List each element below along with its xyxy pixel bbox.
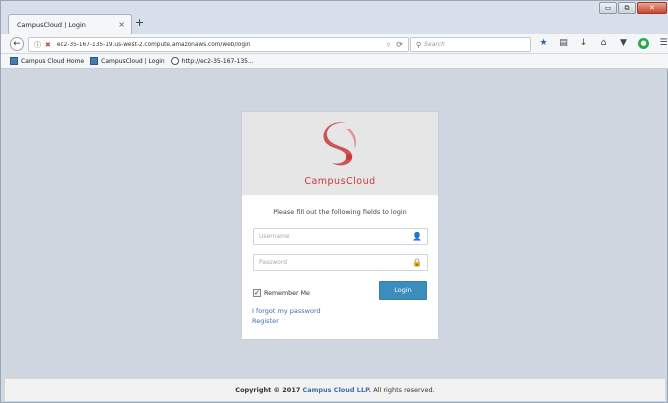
register-link[interactable]: Register — [252, 317, 279, 325]
reload-icon[interactable]: ⟳ — [396, 40, 403, 49]
login-card-header: CampusCloud — [242, 112, 438, 195]
bookmark-label: CampusCloud | Login — [101, 57, 165, 65]
bookmark-campuscloud-login[interactable]: CampusCloud | Login — [90, 57, 165, 65]
login-card: CampusCloud Please fill out the followin… — [242, 112, 438, 339]
bookmark-label: http://ec2-35-167-135... — [181, 57, 254, 65]
tab-close-icon[interactable]: × — [118, 20, 125, 29]
tab-title: CampusCloud | Login — [17, 20, 86, 29]
toolbar-icons: ★ ▤ ↓ ⌂ ▼ ● ☰ — [538, 38, 668, 49]
search-icon: ⚲ — [416, 40, 422, 49]
navigation-bar: ← ⓘ ✖ ec2-35-167-135-19.us-west-2.comput… — [1, 34, 668, 54]
extension-icon[interactable]: ● — [638, 38, 649, 49]
login-button[interactable]: Login — [379, 281, 427, 300]
reading-list-icon[interactable]: ▤ — [558, 38, 569, 49]
info-icon[interactable]: ⓘ — [34, 40, 41, 50]
download-icon[interactable]: ↓ — [578, 38, 589, 49]
bookmark-star-icon[interactable]: ★ — [538, 38, 549, 49]
url-dropdown-icon[interactable]: ▿ — [387, 41, 391, 49]
footer: Copyright © 2017 Campus Cloud LLP. All r… — [5, 378, 665, 401]
new-tab-button[interactable]: + — [135, 17, 144, 28]
home-icon[interactable]: ⌂ — [598, 38, 609, 49]
brand-name: CampusCloud — [304, 176, 376, 187]
username-input[interactable] — [254, 229, 404, 244]
browser-window: CampusCloud | Login × + ▭ ⧉ ✕ ← ⓘ ✖ ec2-… — [0, 0, 668, 403]
login-prompt: Please fill out the following fields to … — [273, 208, 407, 216]
maximize-button[interactable]: ⧉ — [618, 2, 636, 14]
campuscloud-logo — [323, 122, 357, 166]
bookmarks-bar: Campus Cloud Home CampusCloud | Login ht… — [1, 54, 668, 69]
lock-icon: 🔒 — [412, 258, 422, 267]
page-content: CampusCloud Please fill out the followin… — [5, 70, 665, 378]
page-icon — [10, 57, 18, 65]
password-field[interactable]: 🔒 — [253, 254, 428, 271]
forgot-password-link[interactable]: I forgot my password — [252, 307, 321, 315]
remember-me-checkbox[interactable]: ✓ — [253, 289, 261, 297]
rights-text: All rights reserved. — [373, 386, 435, 394]
remember-me[interactable]: ✓ Remember Me — [253, 289, 310, 297]
copyright-text: Copyright © 2017 — [235, 386, 301, 394]
search-bar[interactable]: ⚲ Search — [410, 37, 531, 52]
menu-icon[interactable]: ☰ — [658, 38, 668, 49]
bookmark-campus-cloud-home[interactable]: Campus Cloud Home — [10, 57, 84, 65]
remember-me-label: Remember Me — [264, 289, 310, 297]
pocket-icon[interactable]: ▼ — [618, 38, 629, 49]
back-arrow-icon[interactable]: ← — [10, 37, 24, 51]
tab-strip: CampusCloud | Login × + ▭ ⧉ ✕ — [1, 1, 668, 34]
company-link[interactable]: Campus Cloud LLP. — [302, 386, 371, 394]
tab-campuscloud-login[interactable]: CampusCloud | Login × — [8, 14, 132, 34]
bookmark-ec2-url[interactable]: http://ec2-35-167-135... — [170, 57, 254, 65]
search-placeholder: Search — [424, 41, 445, 48]
minimize-button[interactable]: ▭ — [599, 2, 617, 14]
globe-icon — [170, 57, 179, 65]
window-controls: ▭ ⧉ ✕ — [599, 2, 667, 14]
page-icon — [90, 57, 99, 65]
username-field[interactable]: 👤 — [253, 228, 428, 245]
address-bar[interactable]: ⓘ ✖ ec2-35-167-135-19.us-west-2.compute.… — [28, 37, 409, 52]
url-text[interactable]: ec2-35-167-135-19.us-west-2.compute.amaz… — [57, 42, 383, 48]
close-window-button[interactable]: ✕ — [637, 2, 667, 14]
password-input[interactable] — [254, 255, 404, 270]
bookmark-label: Campus Cloud Home — [21, 57, 85, 65]
user-icon: 👤 — [412, 232, 422, 241]
tracking-shield-icon[interactable]: ✖ — [45, 41, 51, 49]
